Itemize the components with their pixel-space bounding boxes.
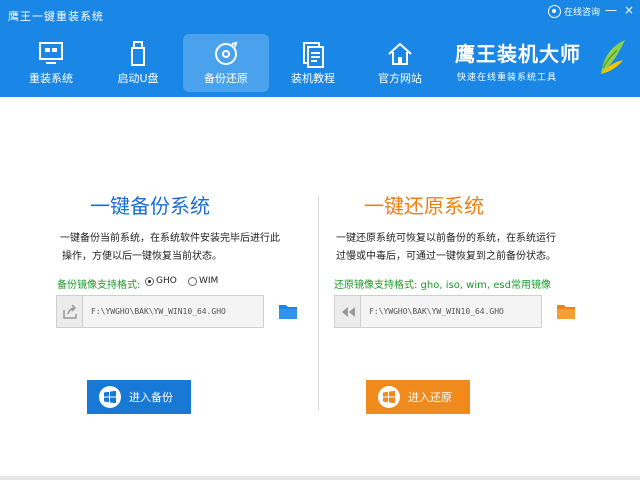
brand-logo: 鹰王装机大师 快速在线重装系统工具 [455, 38, 625, 88]
brand-name: 鹰王装机大师 [455, 42, 581, 66]
nav-item-reinstall[interactable]: 重装系统 [8, 34, 94, 92]
bottom-strip [0, 476, 640, 480]
restore-desc-line1: 一键还原系统可恢复以前备份的系统，在系统运行 [336, 233, 556, 244]
enter-restore-button[interactable]: 进入还原 [366, 380, 470, 414]
home-icon [388, 42, 412, 65]
backup-heading: 一键备份系统 [90, 194, 210, 218]
backup-disc-icon [215, 41, 238, 65]
nav-item-tutorial[interactable]: 装机教程 [270, 34, 356, 92]
radio-wim[interactable]: WIM [188, 276, 218, 286]
nav-label: 重装系统 [29, 72, 73, 85]
restore-desc-line2: 过慢或中毒后，可通过一键恢复到之前备份状态。 [336, 251, 556, 262]
rewind-icon [335, 296, 361, 327]
restore-path-field[interactable]: F:\YWGHO\BAK\YW_WIN10_64.GHO [334, 295, 542, 328]
nav-label: 启动U盘 [117, 72, 159, 85]
section-divider [318, 195, 319, 410]
restore-heading: 一键还原系统 [364, 194, 484, 218]
backup-browse-folder-icon[interactable] [278, 302, 298, 320]
enter-restore-label: 进入还原 [408, 391, 452, 404]
windows-logo-icon [99, 386, 121, 408]
windows-logo-icon [378, 386, 400, 408]
nav-item-usb[interactable]: 启动U盘 [95, 34, 181, 92]
online-help-label: 在线咨询 [564, 8, 601, 18]
radio-gho-dot [145, 276, 154, 286]
enter-backup-label: 进入备份 [129, 391, 173, 404]
headset-icon [548, 5, 561, 18]
nav-item-backup-restore[interactable]: 备份还原 [183, 34, 269, 92]
restore-browse-folder-icon[interactable] [556, 302, 576, 320]
enter-backup-button[interactable]: 进入备份 [87, 380, 191, 414]
usb-drive-icon [131, 41, 145, 66]
document-icon [303, 42, 324, 68]
nav-label: 备份还原 [204, 72, 248, 85]
radio-gho[interactable]: GHO [145, 276, 177, 286]
backup-format-label: 备份镜像支持格式: [57, 280, 141, 291]
app-title: 鹰王一键重装系统 [8, 10, 104, 23]
nav-item-website[interactable]: 官方网站 [357, 34, 443, 92]
radio-wim-label: WIM [199, 276, 219, 286]
close-button[interactable]: × [622, 3, 636, 17]
nav-label: 官方网站 [378, 72, 422, 85]
brand-slogan: 快速在线重装系统工具 [457, 73, 558, 83]
radio-gho-label: GHO [156, 276, 177, 286]
backup-description: 一键备份当前系统，在系统软件安装完毕后进行此 操作，方便以后一键恢复当前状态。 [60, 230, 300, 266]
backup-path-field[interactable]: F:\YWGHO\BAK\YW_WIN10_64.GHO [56, 295, 264, 328]
monitor-icon [39, 42, 63, 64]
online-help-link[interactable]: 在线咨询 [548, 5, 600, 18]
restore-path-text: F:\YWGHO\BAK\YW_WIN10_64.GHO [369, 307, 504, 316]
minimize-button[interactable]: — [604, 3, 618, 17]
leaf-logo-icon [601, 40, 625, 74]
radio-wim-dot [188, 276, 197, 286]
nav-label: 装机教程 [291, 72, 335, 85]
backup-desc-line2: 操作，方便以后一键恢复当前状态。 [62, 251, 222, 262]
title-nav-bar: 鹰王一键重装系统 在线咨询 — × 重装系统 启动U盘 备份还原 装机教程 官方… [0, 0, 640, 97]
backup-desc-line1: 一键备份当前系统，在系统软件安装完毕后进行此 [60, 233, 280, 244]
backup-path-text: F:\YWGHO\BAK\YW_WIN10_64.GHO [91, 307, 226, 316]
restore-description: 一键还原系统可恢复以前备份的系统，在系统运行 过慢或中毒后，可通过一键恢复到之前… [336, 230, 576, 266]
export-icon [57, 296, 83, 327]
restore-format-label: 还原镜像支持格式: gho, iso, wim, esd常用镜像 [334, 280, 551, 291]
